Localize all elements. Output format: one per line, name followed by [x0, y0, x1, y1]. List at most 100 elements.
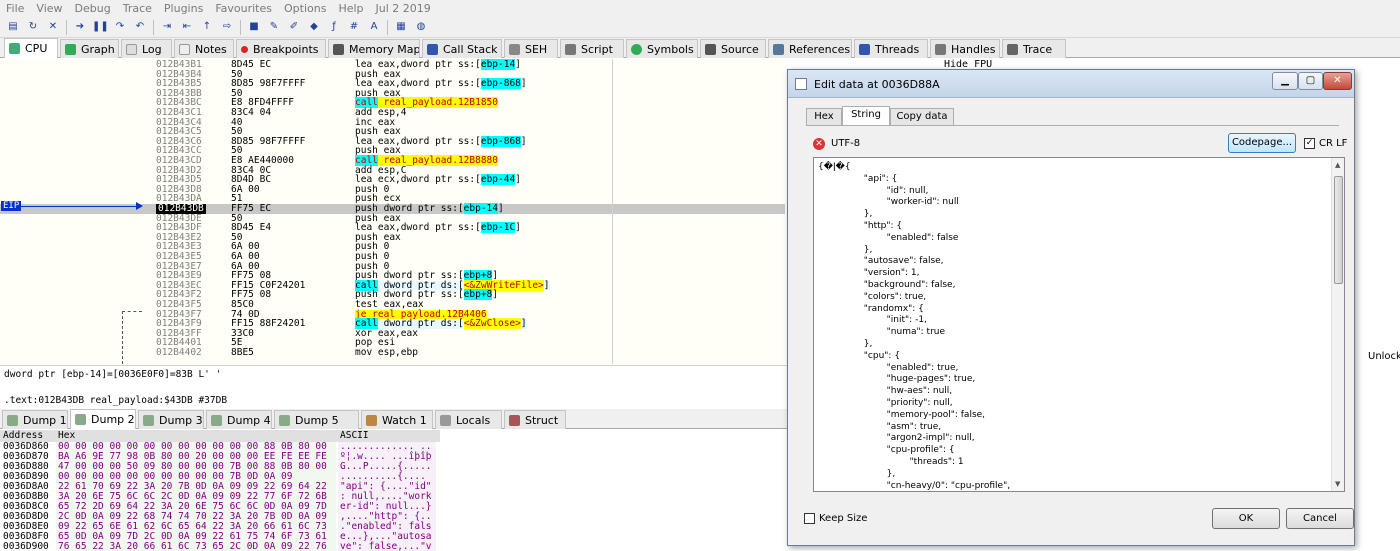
open-icon[interactable]: ▤ — [5, 20, 21, 34]
help-icon[interactable]: ◍ — [413, 20, 429, 34]
tab-locals[interactable]: Locals — [435, 410, 502, 429]
codepage-button[interactable]: Codepage... — [1228, 133, 1296, 153]
eip-label: EIP — [1, 201, 22, 211]
tab-label: Handles — [951, 42, 996, 56]
menu-item[interactable]: View — [36, 2, 62, 15]
tab-notes[interactable]: Notes — [174, 39, 234, 58]
tab-label: Source — [721, 42, 759, 56]
column-divider — [612, 59, 613, 364]
disasm-row[interactable]: 012B43E2 50 push eax — [0, 233, 785, 243]
tab-log[interactable]: Log — [121, 39, 172, 58]
menu-item[interactable]: Help — [338, 2, 363, 15]
disasm-bytes: 8D85 98F7FFFF — [231, 78, 306, 90]
error-icon: ✕ — [813, 138, 825, 150]
menu-item: Jul 2 2019 — [375, 2, 431, 15]
keep-size-checkbox[interactable] — [804, 513, 815, 524]
tab-trace[interactable]: Trace — [1002, 39, 1066, 58]
crlf-label: CR LF — [1319, 138, 1348, 149]
restart-icon[interactable]: ↻ — [25, 20, 41, 34]
tab-label: Copy data — [896, 111, 948, 122]
tab-dump-1[interactable]: Dump 1 — [2, 410, 68, 429]
window-icon — [795, 78, 807, 90]
close-icon[interactable]: ✕ — [45, 20, 61, 34]
animate-icon[interactable]: ↷ — [112, 20, 128, 34]
tab-references[interactable]: References — [768, 39, 852, 58]
tab-label: Struct — [525, 413, 559, 427]
tab-threads[interactable]: Threads — [854, 39, 928, 58]
tab-memory-map[interactable]: Memory Map — [328, 39, 420, 58]
tab-dump-3[interactable]: Dump 3 — [138, 410, 204, 429]
crlf-checkbox[interactable]: ✓ — [1304, 138, 1315, 149]
comment-icon[interactable]: ✎ — [266, 20, 282, 34]
tab-string[interactable]: String — [842, 106, 890, 126]
dump-hex: 76 65 22 3A 20 66 61 6C 73 65 2C 0D 0A 0… — [58, 541, 327, 551]
dump-view[interactable]: Address Hex ASCII 0036D860 00 00 00 00 00… — [0, 430, 790, 551]
tab-dump-4[interactable]: Dump 4 — [206, 410, 272, 429]
info-pane: dword ptr [ebp-14]=[0036E0F0]=83B L' ' .… — [0, 365, 790, 408]
disasm-address: 012B4402 — [156, 347, 202, 358]
pause-icon[interactable]: ❚❚ — [92, 20, 109, 34]
tab-cpu[interactable]: CPU — [4, 38, 58, 58]
label-icon[interactable]: ✐ — [286, 20, 302, 34]
ok-button[interactable]: OK — [1212, 508, 1280, 529]
tab-copy-data[interactable]: Copy data — [890, 108, 954, 126]
step-into-icon[interactable]: ⇥ — [159, 20, 175, 34]
step-out-icon[interactable]: ⇤ — [179, 20, 195, 34]
function-icon[interactable]: ƒ — [326, 20, 342, 34]
tab-seh[interactable]: SEH — [504, 39, 558, 58]
run-to-user-icon[interactable]: ↑ — [199, 20, 215, 34]
menu-item[interactable]: Favourites — [215, 2, 272, 15]
tab-dump-2[interactable]: Dump 2 — [70, 409, 136, 429]
encoding-label: UTF-8 — [831, 138, 861, 149]
step-over-icon[interactable]: ↶ — [132, 20, 148, 34]
tab-symbols[interactable]: Symbols — [626, 39, 698, 58]
calculator-icon[interactable]: ▦ — [393, 20, 409, 34]
bookmark-icon[interactable]: ◆ — [306, 20, 322, 34]
menu-item[interactable]: Trace — [123, 2, 152, 15]
tab-script[interactable]: Script — [560, 39, 624, 58]
tab-source[interactable]: Source — [700, 39, 766, 58]
disasm-row[interactable]: 012B43E3 6A 00 push 0 — [0, 242, 785, 252]
tab-breakpoints[interactable]: Breakpoints — [236, 39, 326, 58]
cancel-button[interactable]: Cancel — [1286, 508, 1354, 529]
align-icon[interactable]: A — [366, 20, 382, 34]
tab-hex[interactable]: Hex — [806, 108, 842, 126]
scroll-up-icon[interactable]: ▲ — [1335, 161, 1340, 169]
record-icon[interactable]: ■ — [246, 20, 262, 34]
tab-dump-5[interactable]: Dump 5 — [274, 410, 359, 429]
edit-data-dialog: Edit data at 0036D88A ▁ ▢ ✕ Hex String C… — [787, 69, 1355, 546]
tab-struct[interactable]: Struct — [504, 410, 566, 429]
menu-item[interactable]: Debug — [75, 2, 111, 15]
tab-label: Watch 1 — [382, 413, 427, 427]
eip-arrow-line — [18, 206, 140, 207]
menu-item[interactable]: File — [6, 2, 24, 15]
string-editor[interactable]: {�ǀ�{ "api": { "id": null, "worker-id": … — [813, 157, 1345, 492]
scroll-down-icon[interactable]: ▼ — [1335, 480, 1340, 488]
toolbar-separator — [240, 19, 241, 35]
run-icon[interactable]: ➔ — [72, 20, 88, 34]
tab-graph[interactable]: Graph — [60, 39, 119, 58]
tab-call-stack[interactable]: Call Stack — [422, 39, 502, 58]
minimize-icon[interactable]: ▁ — [1272, 72, 1298, 90]
disasm-row[interactable]: 012B43E5 6A 00 push 0 — [0, 252, 785, 262]
toolbar-separator — [66, 19, 67, 35]
tab-watch-1[interactable]: Watch 1 — [361, 410, 433, 429]
tab-handles[interactable]: Handles — [930, 39, 1000, 58]
disasm-row[interactable]: 012B4402 8BE5 mov esp,ebp — [0, 348, 785, 358]
unlock-label[interactable]: Unlock — [1368, 351, 1400, 362]
close-window-icon[interactable]: ✕ — [1323, 72, 1352, 90]
main-tab-bar: CPU Graph Log Notes Breakpoints Memory M… — [0, 38, 1400, 58]
menu-item[interactable]: Options — [284, 2, 326, 15]
vertical-scrollbar[interactable]: ▲ ▼ — [1331, 158, 1344, 491]
hash-icon[interactable]: # — [346, 20, 362, 34]
trace-icon[interactable]: ⇨ — [219, 20, 235, 34]
tab-label: Log — [142, 42, 162, 56]
disassembly-view[interactable]: 012B43B1 8D45 EC lea eax,dword ptr ss:[ebp… — [0, 59, 785, 364]
menu-item[interactable]: Plugins — [164, 2, 203, 15]
disasm-row[interactable]: 012B43D5 8D4D BC lea ecx,dword ptr ss:[ebp… — [0, 174, 785, 186]
maximize-icon[interactable]: ▢ — [1298, 72, 1323, 90]
tab-label: Dump 3 — [159, 413, 203, 427]
scroll-thumb[interactable] — [1334, 176, 1343, 284]
info-line: .text:012B43DB real_payload:$43DB #37DB — [4, 395, 228, 406]
tab-label: Notes — [195, 42, 227, 56]
